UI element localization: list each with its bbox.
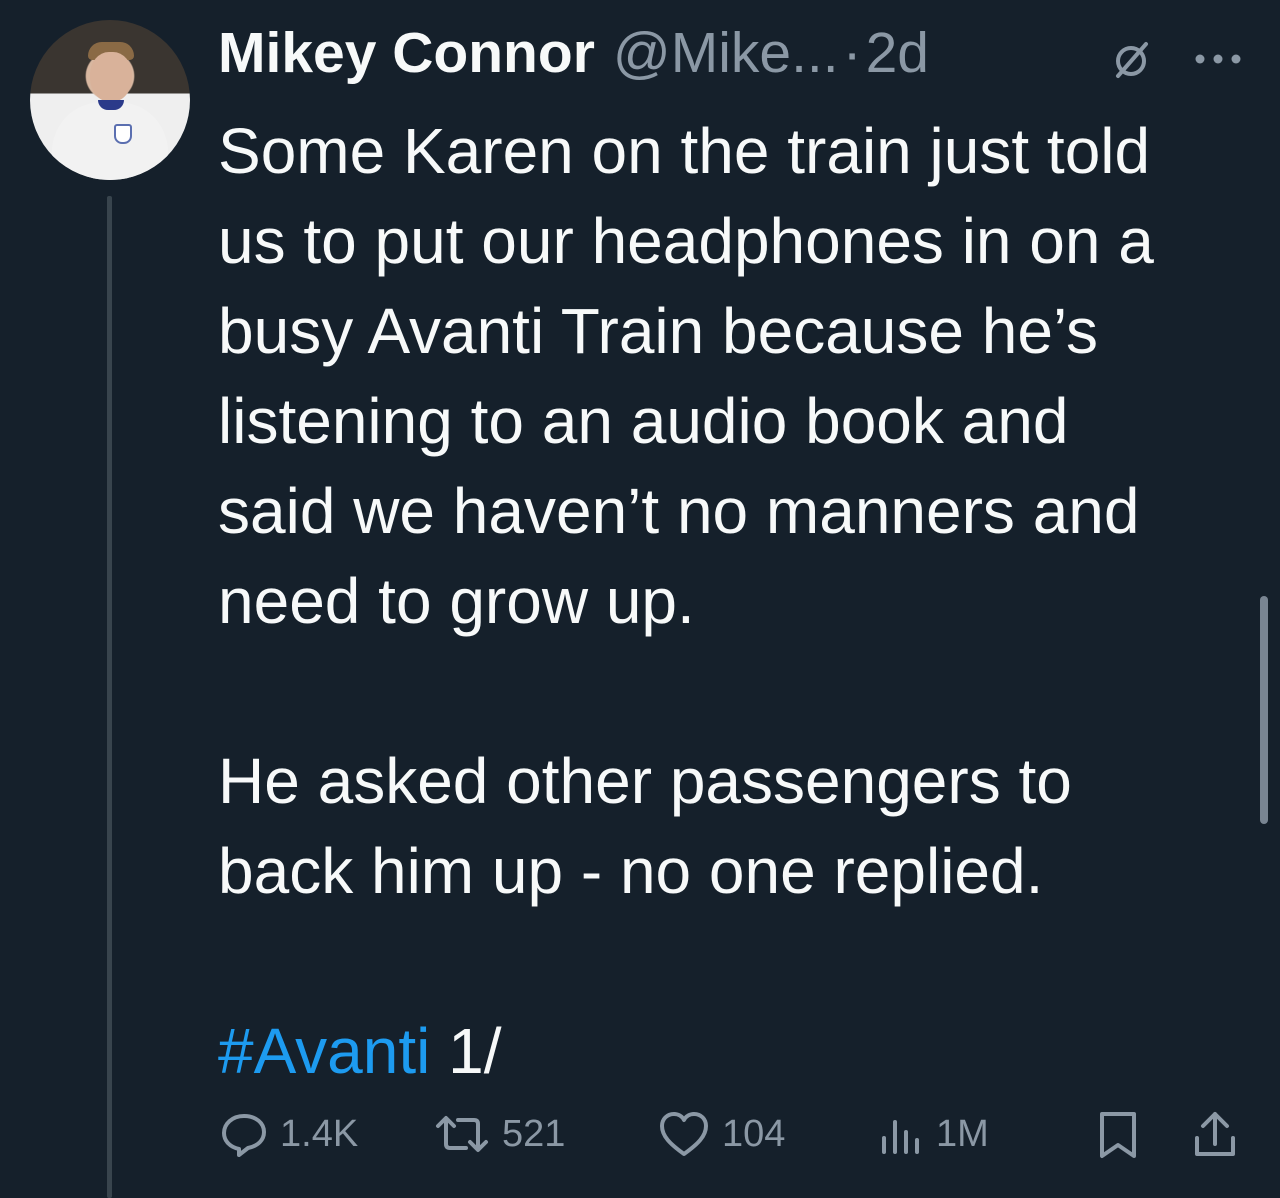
thread-line <box>107 196 112 1198</box>
avatar-face <box>90 52 132 102</box>
action-bar: 1.4K 521 104 1M <box>218 1108 1258 1168</box>
views-button[interactable]: 1M <box>878 1108 989 1160</box>
views-icon <box>878 1108 926 1160</box>
views-count: 1M <box>936 1112 989 1155</box>
tweet-time[interactable]: 2d <box>866 20 929 86</box>
avatar-badge <box>114 124 132 144</box>
avatar[interactable] <box>30 20 190 180</box>
hashtag-link[interactable]: #Avanti <box>218 1015 430 1087</box>
reply-icon <box>218 1108 270 1160</box>
share-button[interactable] <box>1190 1108 1240 1162</box>
bookmark-icon <box>1094 1108 1142 1162</box>
tweet-card[interactable]: Mikey Connor @Mike... · 2d Some Karen on… <box>0 0 1280 1198</box>
reply-count: 1.4K <box>280 1112 359 1155</box>
scrollbar[interactable] <box>1260 596 1268 824</box>
tweet-text-main: Some Karen on the train just told us to … <box>218 115 1154 907</box>
header-separator: · <box>842 21 862 85</box>
tweet-header: Mikey Connor @Mike... · 2d <box>218 14 1258 92</box>
avatar-shirt <box>52 102 168 180</box>
bookmark-button[interactable] <box>1094 1108 1142 1162</box>
reply-button[interactable]: 1.4K <box>218 1108 358 1160</box>
no-symbol-icon[interactable] <box>1108 36 1154 87</box>
tweet-text: Some Karen on the train just told us to … <box>218 106 1258 1096</box>
tweet-content: Mikey Connor @Mike... · 2d Some Karen on… <box>218 14 1258 1158</box>
like-button[interactable]: 104 <box>656 1108 785 1160</box>
heart-icon <box>656 1108 712 1160</box>
author-handle[interactable]: @Mike... <box>613 20 839 86</box>
retweet-count: 521 <box>502 1112 566 1155</box>
tweet-text-tail: 1/ <box>430 1015 502 1087</box>
like-count: 104 <box>722 1112 786 1155</box>
avatar-column <box>30 20 190 180</box>
retweet-button[interactable]: 521 <box>432 1108 565 1160</box>
share-icon <box>1190 1108 1240 1162</box>
author-name[interactable]: Mikey Connor <box>218 20 595 86</box>
retweet-icon <box>432 1108 492 1160</box>
more-icon[interactable] <box>1190 36 1246 87</box>
